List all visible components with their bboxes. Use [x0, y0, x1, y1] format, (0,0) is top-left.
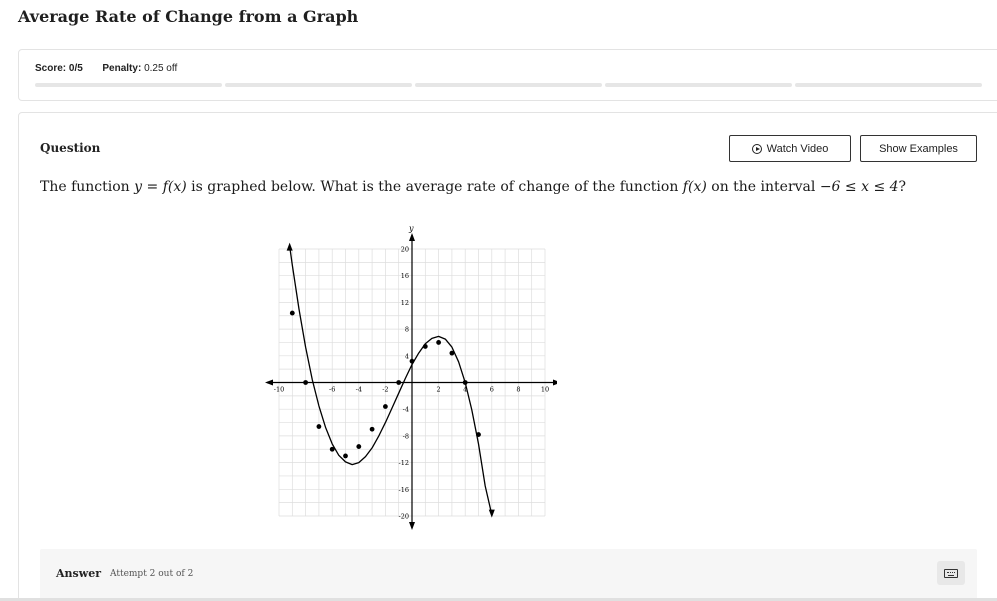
play-icon [751, 143, 762, 154]
answer-bar: Answer Attempt 2 out of 2 [40, 549, 977, 601]
progress-segment [225, 83, 412, 87]
x-tick-label: 8 [516, 386, 520, 394]
data-point [329, 446, 335, 452]
penalty-label: Penalty: [102, 63, 142, 74]
score-card: Score: 0/5 Penalty: 0.25 off [18, 49, 997, 101]
data-point [356, 444, 362, 449]
y-axis-label: y [408, 224, 414, 233]
curve-arrow-start [286, 242, 293, 251]
y-tick-label: 8 [405, 326, 409, 334]
x-axis-arrow-right [553, 379, 557, 386]
keyboard-button[interactable] [937, 561, 965, 585]
data-point [316, 424, 322, 429]
score-line: Score: 0/5 Penalty: 0.25 off [35, 63, 177, 74]
math-interval: −6 ≤ x ≤ 4 [819, 179, 899, 195]
curve-arrow-end [488, 509, 495, 518]
y-tick-label: 12 [401, 299, 409, 307]
attempt-label: Attempt 2 out of 2 [110, 569, 194, 579]
watch-video-button[interactable]: Watch Video [729, 135, 851, 162]
progress-segment [795, 83, 982, 87]
show-examples-button[interactable]: Show Examples [860, 135, 977, 162]
data-point [462, 380, 468, 385]
score-value: 0/5 [68, 63, 83, 74]
series [286, 242, 495, 518]
x-tick-label: 2 [437, 386, 441, 394]
keyboard-icon [944, 568, 958, 578]
math-function: f(x) [682, 179, 707, 195]
x-tick-label: -2 [382, 386, 388, 394]
answer-label: Answer [56, 567, 101, 580]
data-point [369, 426, 375, 432]
y-tick-label: 20 [401, 246, 409, 254]
math-equation: y = f(x) [134, 179, 187, 195]
y-tick-label: -16 [399, 486, 409, 494]
progress-bar [35, 83, 982, 87]
x-tick-label: -4 [356, 386, 362, 394]
x-tick-label: 10 [541, 386, 549, 394]
function-curve [288, 245, 493, 515]
penalty-value: 0.25 off [144, 63, 178, 74]
progress-segment [605, 83, 792, 87]
data-point [422, 344, 428, 349]
question-text-part: is graphed below. What is the average ra… [186, 179, 683, 195]
x-axis-arrow-left [265, 379, 273, 386]
data-point [343, 453, 348, 459]
y-tick-label: -8 [403, 432, 409, 440]
question-text-part: ? [898, 179, 907, 195]
x-tick-label: -6 [329, 386, 335, 394]
data-point [383, 404, 388, 409]
progress-segment [35, 83, 222, 87]
question-text-part: The function [40, 179, 135, 195]
function-graph: xy -10-6-4-224681020161284-4-8-12-16-20 [265, 224, 557, 530]
x-tick-label: 6 [490, 386, 494, 394]
data-point [289, 310, 295, 316]
question-card: Question Watch Video Show Examples The f… [18, 112, 997, 601]
score-label: Score: [35, 63, 67, 74]
x-tick-label: -10 [274, 386, 284, 394]
y-tick-label: -20 [399, 513, 409, 521]
y-tick-label: -4 [403, 406, 409, 414]
question-text: The function y = f(x) is graphed below. … [40, 179, 906, 195]
progress-segment [415, 83, 602, 87]
watch-video-label: Watch Video [766, 142, 829, 155]
data-point [476, 432, 481, 437]
y-axis-arrow-top [409, 233, 415, 241]
axes: xy [265, 224, 557, 530]
data-point [436, 340, 441, 345]
question-heading: Question [40, 141, 101, 155]
data-point [449, 350, 455, 356]
data-point [303, 380, 308, 385]
data-point [396, 380, 402, 385]
data-point [409, 358, 415, 364]
y-axis-arrow-bottom [409, 522, 415, 530]
question-text-part: on the interval [706, 179, 820, 195]
page-title: Average Rate of Change from a Graph [18, 7, 359, 26]
y-tick-label: -12 [399, 459, 409, 467]
y-tick-label: 16 [401, 272, 409, 280]
show-examples-label: Show Examples [879, 142, 958, 155]
y-tick-label: 4 [405, 352, 409, 360]
